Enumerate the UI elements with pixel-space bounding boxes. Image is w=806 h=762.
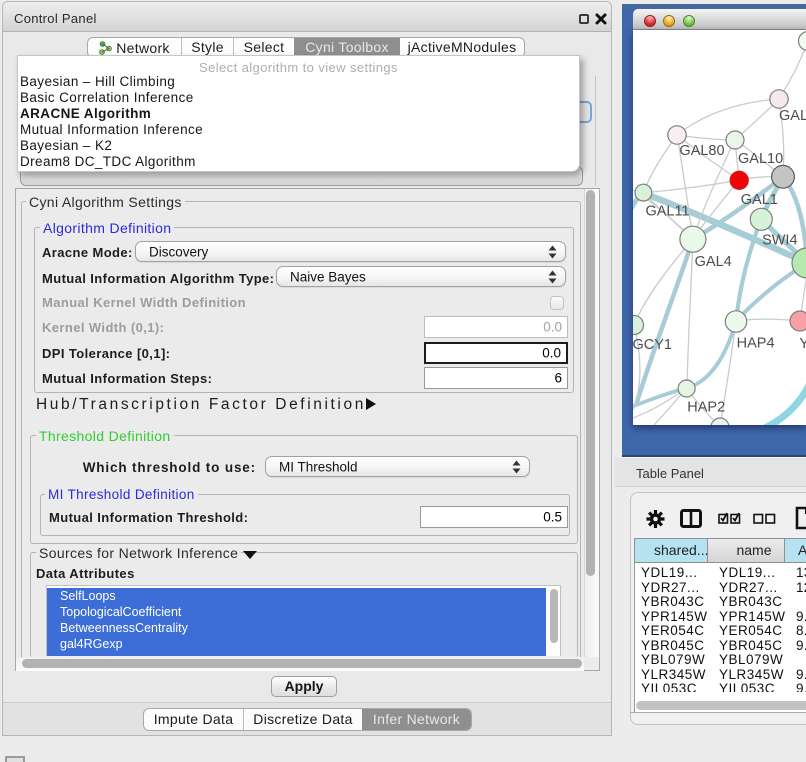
- svg-text:GAL4: GAL4: [695, 254, 732, 270]
- svg-text:GAL10: GAL10: [738, 151, 783, 167]
- svg-text:SWI4: SWI4: [762, 233, 797, 249]
- svg-text:HAP2: HAP2: [687, 400, 725, 416]
- svg-text:YMR: YMR: [799, 336, 806, 352]
- svg-text:GAL80: GAL80: [679, 143, 724, 159]
- svg-text:GAL11: GAL11: [645, 204, 689, 220]
- svg-text:GAL1: GAL1: [741, 192, 778, 208]
- svg-text:GCY1: GCY1: [633, 337, 672, 353]
- svg-text:GAL7: GAL7: [779, 108, 806, 124]
- svg-text:HAP4: HAP4: [737, 336, 775, 352]
